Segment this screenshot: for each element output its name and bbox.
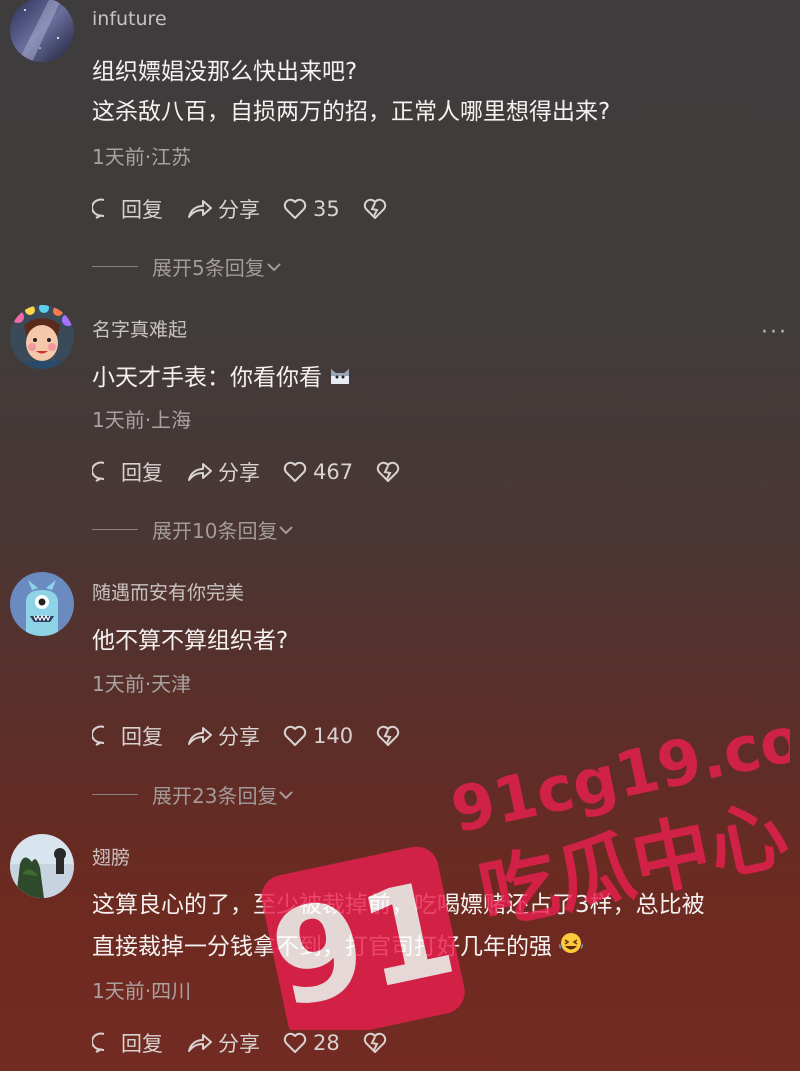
comment-line: 小天才手表：你看你看 <box>92 360 352 397</box>
share-arrow-icon <box>188 463 212 481</box>
username[interactable]: infuture <box>92 8 167 30</box>
watermark: 91 91cg19.com 吃瓜中心 <box>250 688 800 1070</box>
heart-icon <box>283 198 307 219</box>
like-count: 28 <box>313 1031 340 1055</box>
comment-bubble-icon <box>92 198 105 219</box>
username[interactable]: 翅膀 <box>92 843 130 870</box>
chevron-down-icon <box>279 525 294 534</box>
like-count: 467 <box>313 460 354 484</box>
share-button[interactable]: 分享 <box>185 721 260 751</box>
reply-label: 回复 <box>121 198 163 222</box>
comment-meta: 1天前·江苏 <box>92 145 192 169</box>
reply-button[interactable]: 回复 <box>92 457 163 487</box>
like-button[interactable]: 35 <box>282 197 340 221</box>
comment-line: 这杀敌八百，自损两万的招，正常人哪里想得出来? <box>92 99 611 125</box>
share-arrow-icon <box>188 200 212 218</box>
reply-label: 回复 <box>121 461 163 485</box>
share-label: 分享 <box>218 198 260 222</box>
share-label: 分享 <box>218 461 260 485</box>
comment-bubble-icon <box>92 461 105 482</box>
divider <box>92 529 138 530</box>
comment-line: 他不算不算组织者? <box>92 628 289 654</box>
comment-text: 小天才手表：你看你看 <box>92 360 352 397</box>
reply-label: 回复 <box>121 1032 163 1056</box>
comment-line: 组织嫖娼没那么快出来吧? <box>92 59 358 85</box>
share-arrow-icon <box>188 1034 212 1052</box>
reply-button[interactable]: 回复 <box>92 721 163 751</box>
broken-heart-icon <box>363 1032 386 1053</box>
comment-meta: 1天前·上海 <box>92 408 192 432</box>
like-button[interactable]: 28 <box>282 1031 340 1055</box>
comment-meta: 1天前·四川 <box>92 979 192 1003</box>
share-label: 分享 <box>218 1032 260 1056</box>
chevron-down-icon <box>267 262 281 271</box>
expand-replies[interactable]: 展开5条回复 <box>92 252 283 281</box>
reply-button[interactable]: 回复 <box>92 194 163 224</box>
share-button[interactable]: 分享 <box>185 194 260 224</box>
comment-text: 组织嫖娼没那么快出来吧? 这杀敌八百，自损两万的招，正常人哪里想得出来? <box>92 54 610 130</box>
share-button[interactable]: 分享 <box>185 1028 260 1058</box>
avatar[interactable] <box>10 572 74 636</box>
more-options-icon[interactable]: ··· <box>761 320 788 345</box>
reply-label: 回复 <box>121 725 163 749</box>
username[interactable]: 随遇而安有你完美 <box>92 578 244 605</box>
heart-icon <box>283 461 307 482</box>
broken-heart-icon <box>363 198 386 219</box>
dislike-button[interactable] <box>362 1031 393 1055</box>
comment-bubble-icon <box>92 725 105 746</box>
dislike-button[interactable] <box>362 197 393 221</box>
comment-actions: 回复 分享 467 <box>92 457 428 487</box>
divider <box>92 794 138 795</box>
expand-replies[interactable]: 展开10条回复 <box>92 515 295 544</box>
comment-bubble-icon <box>92 1032 105 1053</box>
comment-actions: 回复 分享 35 <box>92 194 415 224</box>
share-arrow-icon <box>188 727 212 745</box>
avatar[interactable] <box>10 834 74 898</box>
share-button[interactable]: 分享 <box>185 457 260 487</box>
comment-meta: 1天前·天津 <box>92 672 192 696</box>
avatar[interactable] <box>10 305 74 369</box>
cat-emoji-icon <box>328 361 352 397</box>
dislike-button[interactable] <box>375 460 406 484</box>
expand-label: 展开10条回复 <box>152 519 278 543</box>
heart-icon <box>283 1032 307 1053</box>
broken-heart-icon <box>376 461 400 482</box>
like-button[interactable]: 467 <box>282 460 353 484</box>
like-count: 35 <box>313 197 340 221</box>
divider <box>92 266 138 267</box>
comment-actions: 回复 分享 28 <box>92 1028 415 1058</box>
comment-text: 他不算不算组织者? <box>92 623 288 659</box>
comment-line-text: 小天才手表：你看你看 <box>92 365 322 391</box>
avatar[interactable] <box>10 0 74 62</box>
reply-button[interactable]: 回复 <box>92 1028 163 1058</box>
expand-label: 展开5条回复 <box>152 256 265 280</box>
username[interactable]: 名字真难起 <box>92 315 187 342</box>
